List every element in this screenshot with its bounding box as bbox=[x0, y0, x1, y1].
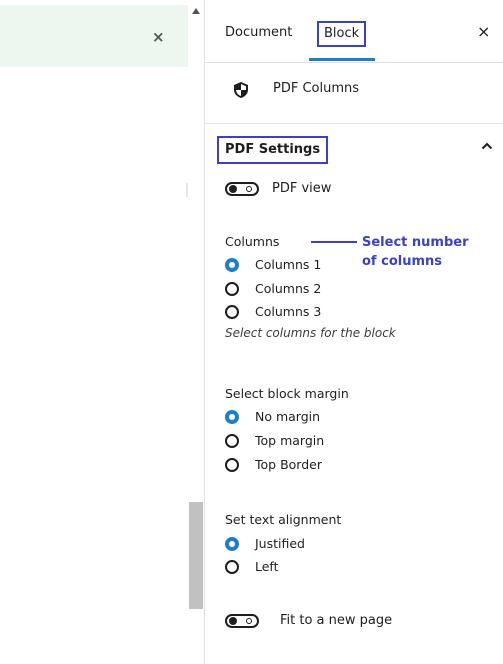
toggle-knob bbox=[229, 185, 237, 193]
radio-button[interactable] bbox=[225, 434, 239, 448]
notice-close-icon[interactable]: × bbox=[152, 27, 165, 47]
pdf-view-toggle[interactable] bbox=[225, 182, 259, 196]
radio-label: Top Border bbox=[255, 457, 322, 472]
radio-button-selected[interactable] bbox=[225, 537, 239, 551]
radio-label: Left bbox=[255, 559, 279, 574]
shield-icon bbox=[234, 82, 248, 98]
radio-label: Columns 2 bbox=[255, 281, 322, 296]
scroll-up-arrow-icon[interactable] bbox=[192, 8, 200, 14]
fit-page-label: Fit to a new page bbox=[280, 613, 393, 628]
radio-label: Justified bbox=[255, 536, 305, 551]
radio-label: Columns 3 bbox=[255, 304, 322, 319]
columns-callout: Select number of columns bbox=[362, 235, 469, 269]
scrollbar-thumb[interactable] bbox=[189, 502, 203, 609]
block-name: PDF Columns bbox=[273, 81, 360, 96]
chevron-up-icon[interactable] bbox=[481, 140, 493, 152]
columns-help-text: Select columns for the block bbox=[225, 326, 396, 340]
margin-label: Select block margin bbox=[225, 386, 349, 401]
toggle-knob bbox=[229, 617, 237, 625]
radio-button[interactable] bbox=[225, 560, 239, 574]
radio-button[interactable] bbox=[225, 305, 239, 319]
settings-sidebar: Document Block × PDF Columns PDF Setting… bbox=[204, 0, 503, 664]
sidebar-tabs: Document Block × bbox=[205, 0, 503, 63]
toggle-off-indicator bbox=[246, 618, 252, 624]
toggle-off-indicator bbox=[246, 186, 252, 192]
notice-bar: × bbox=[0, 5, 188, 67]
radio-label: Top margin bbox=[255, 433, 325, 448]
active-tab-indicator bbox=[309, 58, 375, 61]
callout-arrow bbox=[311, 241, 357, 243]
radio-label: Columns 1 bbox=[255, 257, 322, 272]
columns-label: Columns bbox=[225, 234, 280, 249]
pdf-view-label: PDF view bbox=[272, 181, 332, 196]
editor-pane: × bbox=[0, 0, 188, 664]
tab-block[interactable]: Block bbox=[317, 21, 367, 47]
alignment-label: Set text alignment bbox=[225, 512, 342, 527]
block-card: PDF Columns bbox=[205, 63, 503, 124]
radio-button-selected[interactable] bbox=[225, 410, 239, 424]
radio-button-selected[interactable] bbox=[225, 258, 239, 272]
fit-page-toggle[interactable] bbox=[225, 614, 259, 628]
sidebar-close-icon[interactable]: × bbox=[477, 22, 490, 42]
radio-button[interactable] bbox=[225, 458, 239, 472]
panel-title[interactable]: PDF Settings bbox=[217, 136, 329, 164]
tab-document[interactable]: Document bbox=[225, 24, 292, 42]
radio-label: No margin bbox=[255, 409, 321, 424]
radio-button[interactable] bbox=[225, 282, 239, 296]
